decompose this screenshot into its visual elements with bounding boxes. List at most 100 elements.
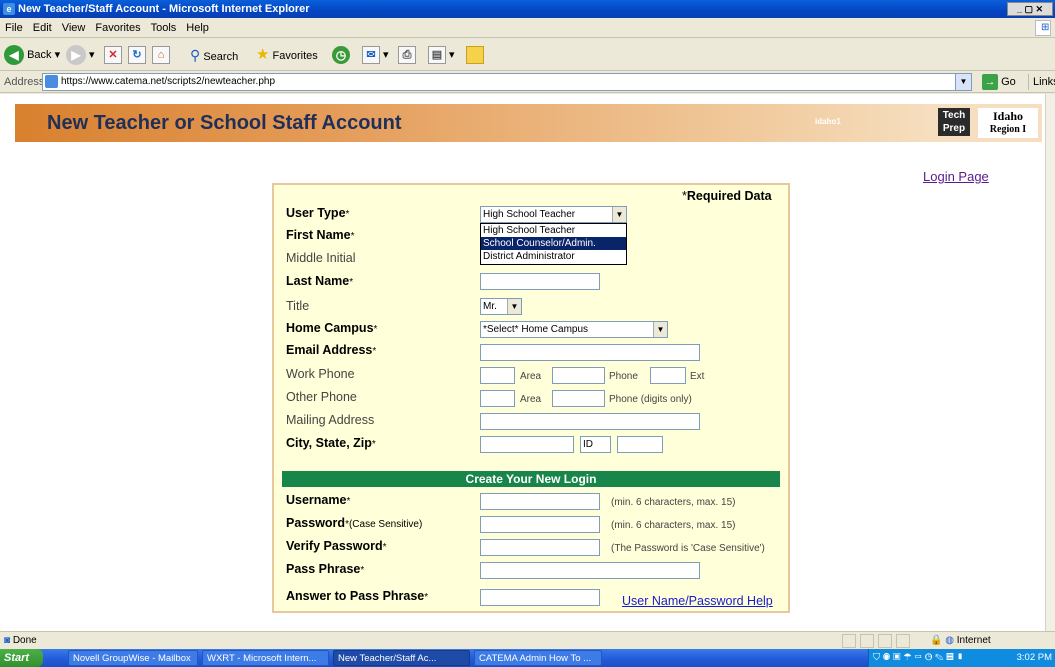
- verify-password-input[interactable]: [480, 539, 600, 556]
- user-type-option-highlighted[interactable]: School Counselor/Admin.: [481, 237, 626, 250]
- taskbar-item[interactable]: WXRT - Microsoft Intern...: [202, 650, 329, 666]
- ie-app-icon: e: [3, 3, 15, 15]
- last-name-input[interactable]: [480, 273, 600, 290]
- clock: 3:02 PM: [1016, 652, 1052, 663]
- print-icon: ⎙: [398, 46, 416, 65]
- username-input[interactable]: [480, 493, 600, 510]
- print-button[interactable]: ⎙: [398, 44, 416, 66]
- user-type-dropdown-list: High School Teacher School Counselor/Adm…: [480, 223, 627, 265]
- globe-icon: ◍: [945, 635, 954, 646]
- user-type-label: User Type*: [286, 206, 350, 220]
- verify-password-hint: (The Password is 'Case Sensitive'): [611, 543, 765, 554]
- work-phone-sub-label: Phone: [609, 371, 638, 382]
- window-controls[interactable]: _ ▢ ✕: [1007, 2, 1053, 16]
- forward-arrow-icon: ▶: [66, 45, 86, 66]
- other-phone-label: Other Phone: [286, 390, 357, 404]
- stop-button[interactable]: ✕: [104, 44, 122, 66]
- taskbar-item[interactable]: Novell GroupWise - Mailbox: [68, 650, 198, 666]
- system-tray: ⛉ ◉ ▣ ☂ ▭ ◷ ✎ ▤ ▮ 3:02 PM: [868, 649, 1055, 667]
- mailing-address-input[interactable]: [480, 413, 700, 430]
- page-title: New Teacher or School Staff Account: [47, 112, 402, 134]
- edit-button[interactable]: ▤ ▾: [428, 44, 455, 66]
- search-button[interactable]: ⚲ Search: [190, 44, 238, 66]
- back-arrow-icon: ◀: [4, 45, 24, 66]
- pass-phrase-input[interactable]: [480, 562, 700, 579]
- chevron-down-icon: ▼: [507, 299, 521, 314]
- zip-input[interactable]: [617, 436, 663, 453]
- email-input[interactable]: [480, 344, 700, 361]
- stop-icon: ✕: [104, 46, 122, 65]
- menu-view[interactable]: View: [57, 18, 91, 38]
- menu-help[interactable]: Help: [181, 18, 214, 38]
- start-button[interactable]: Start: [0, 649, 43, 667]
- other-phone-sub-label: Phone (digits only): [609, 394, 692, 405]
- go-button[interactable]: → Go: [982, 73, 1016, 91]
- username-hint: (min. 6 characters, max. 15): [611, 497, 736, 508]
- other-phone-input[interactable]: [552, 390, 605, 407]
- search-icon: ⚲: [190, 47, 201, 63]
- answer-pass-phrase-input[interactable]: [480, 589, 600, 606]
- menu-file[interactable]: File: [0, 18, 28, 38]
- menu-edit[interactable]: Edit: [28, 18, 57, 38]
- user-type-select[interactable]: High School Teacher ▼: [480, 206, 627, 223]
- page-content: New Teacher or School Staff Account idah…: [0, 94, 1045, 631]
- history-button[interactable]: ◷: [332, 44, 350, 66]
- menu-tools[interactable]: Tools: [146, 18, 182, 38]
- window-title: New Teacher/Staff Account - Microsoft In…: [18, 3, 310, 15]
- home-button[interactable]: ⌂: [152, 44, 170, 66]
- user-type-option[interactable]: High School Teacher: [481, 224, 626, 237]
- state-input[interactable]: ID: [580, 436, 611, 453]
- work-area-label: Area: [520, 371, 542, 382]
- other-area-input[interactable]: [480, 390, 515, 407]
- address-input[interactable]: https://www.catema.net/scripts2/newteach…: [42, 73, 972, 91]
- home-icon: ⌂: [152, 46, 170, 65]
- vertical-scrollbar[interactable]: [1045, 94, 1055, 631]
- forward-button[interactable]: ▶ ▾: [66, 44, 95, 66]
- folder-icon: [466, 46, 484, 65]
- toolbar: ◀ Back ▾ ▶ ▾ ✕ ↻ ⌂ ⚲ Search ★ Favorites …: [0, 38, 1055, 71]
- work-ext-input[interactable]: [650, 367, 686, 384]
- menu-favorites[interactable]: Favorites: [90, 18, 145, 38]
- pass-phrase-label: Pass Phrase*: [286, 562, 365, 576]
- windows-taskbar: Start Novell GroupWise - Mailbox WXRT - …: [0, 649, 1055, 667]
- home-campus-select[interactable]: *Select* Home Campus ▼: [480, 321, 668, 338]
- password-input[interactable]: [480, 516, 600, 533]
- mail-button[interactable]: ✉ ▾: [362, 44, 389, 66]
- password-hint: (min. 6 characters, max. 15): [611, 520, 736, 531]
- refresh-icon: ↻: [128, 46, 146, 65]
- chevron-down-icon: ▼: [653, 322, 667, 337]
- links-button[interactable]: Links: [1028, 74, 1055, 90]
- tray-icons: ⛉ ◉ ▣ ☂ ▭ ◷ ✎ ▤ ▮: [873, 652, 965, 663]
- go-arrow-icon: →: [982, 74, 998, 91]
- city-input[interactable]: [480, 436, 574, 453]
- taskbar-item-active[interactable]: New Teacher/Staff Ac...: [333, 650, 470, 666]
- browser-window: e New Teacher/Staff Account - Microsoft …: [0, 0, 1055, 667]
- address-bar: Address https://www.catema.net/scripts2/…: [0, 71, 1055, 93]
- login-page-link[interactable]: Login Page: [923, 169, 989, 184]
- address-url: https://www.catema.net/scripts2/newteach…: [61, 76, 275, 87]
- folder-button[interactable]: [466, 44, 484, 66]
- favorites-button[interactable]: ★ Favorites: [256, 44, 318, 66]
- back-button[interactable]: ◀ Back ▾: [4, 44, 60, 66]
- mailing-address-label: Mailing Address: [286, 413, 375, 427]
- windows-flag-icon: ⊞: [1035, 20, 1051, 36]
- required-data-note: *Required Data: [682, 189, 772, 203]
- user-type-option[interactable]: District Administrator: [481, 250, 626, 263]
- status-cell: [860, 634, 874, 648]
- address-dropdown-icon[interactable]: ▼: [955, 74, 971, 90]
- last-name-label: Last Name*: [286, 274, 354, 288]
- taskbar-item[interactable]: CATEMA Admin How To ...: [474, 650, 602, 666]
- username-password-help-link[interactable]: User Name/Password Help: [622, 594, 773, 608]
- status-text: ◙ Done: [4, 635, 37, 646]
- title-bar: e New Teacher/Staff Account - Microsoft …: [0, 0, 1055, 18]
- verify-password-label: Verify Password*: [286, 539, 387, 553]
- edit-icon: ▤: [428, 46, 446, 65]
- status-cell: [842, 634, 856, 648]
- work-area-input[interactable]: [480, 367, 515, 384]
- title-select[interactable]: Mr. ▼: [480, 298, 522, 315]
- home-campus-label: Home Campus*: [286, 321, 378, 335]
- menu-bar: File Edit View Favorites Tools Help ⊞: [0, 18, 1055, 38]
- title-label: Title: [286, 299, 310, 313]
- refresh-button[interactable]: ↻: [128, 44, 146, 66]
- work-phone-input[interactable]: [552, 367, 605, 384]
